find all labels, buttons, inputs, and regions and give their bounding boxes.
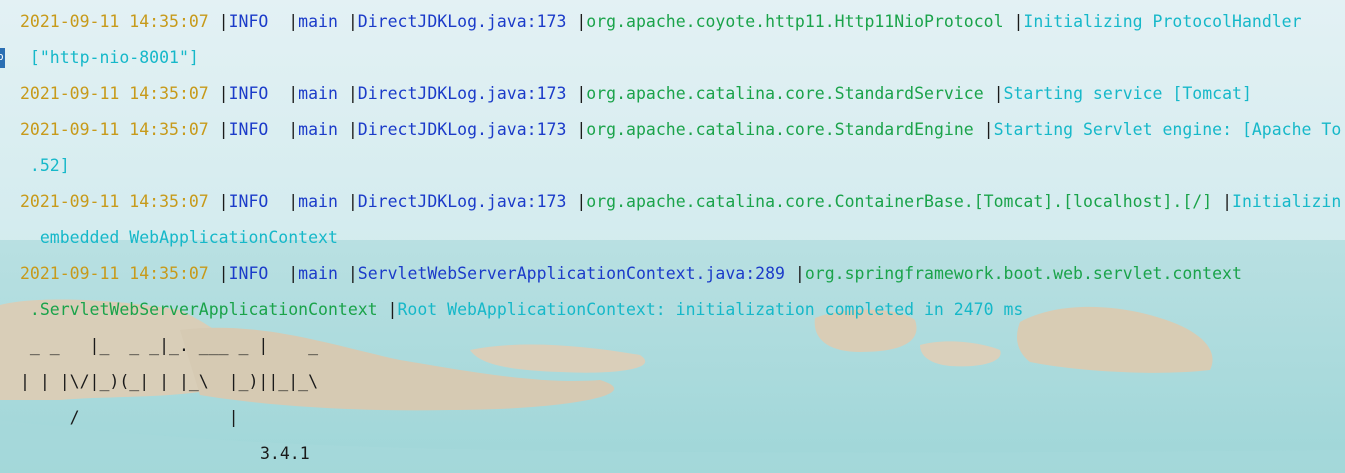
log-message-continuation: ["http-nio-8001"]: [20, 48, 199, 67]
log-thread: main: [298, 192, 338, 211]
log-level: INFO: [228, 84, 279, 103]
banner-art-line: | | |\/|_)(_| | |_\ |_)||_|_\: [20, 372, 328, 391]
log-message: Root WebApplicationContext: initializati…: [397, 300, 1024, 319]
log-message: Starting service [Tomcat]: [1003, 84, 1252, 103]
log-line: 2021-09-11 14:35:07 |INFO |main |DirectJ…: [20, 84, 1252, 103]
log-thread: main: [298, 84, 338, 103]
log-message-continuation: .52]: [20, 156, 70, 175]
log-logger: org.apache.catalina.core.StandardService: [586, 84, 984, 103]
log-message: Initializin: [1232, 192, 1342, 211]
log-line: 2021-09-11 14:35:07 |INFO |main |Servlet…: [20, 264, 1242, 283]
log-level: INFO: [228, 264, 279, 283]
log-timestamp: 2021-09-11 14:35:07: [20, 192, 209, 211]
log-line: 2021-09-11 14:35:07 |INFO |main |DirectJ…: [20, 192, 1342, 211]
log-thread: main: [298, 120, 338, 139]
log-message: Starting Servlet engine: [Apache To: [993, 120, 1342, 139]
log-timestamp: 2021-09-11 14:35:07: [20, 120, 209, 139]
log-logger: org.apache.catalina.core.StandardEngine: [586, 120, 974, 139]
log-thread: main: [298, 12, 338, 31]
log-logger: org.apache.catalina.core.ContainerBase.[…: [586, 192, 1213, 211]
log-source-link[interactable]: DirectJDKLog.java:173: [358, 120, 567, 139]
banner-art-line: _ _ |_ _ _|_. ___ _ | _: [20, 336, 328, 355]
log-line: 2021-09-11 14:35:07 |INFO |main |DirectJ…: [20, 120, 1342, 139]
log-line-continuation: .52]: [20, 156, 70, 176]
log-line-continuation: embedded WebApplicationContext: [20, 228, 338, 248]
log-timestamp: 2021-09-11 14:35:07: [20, 84, 209, 103]
banner-version: 3.4.1: [260, 444, 310, 463]
log-thread: main: [298, 264, 338, 283]
log-logger: org.springframework.boot.web.servlet.con…: [804, 264, 1242, 283]
banner-art-line: / |: [20, 408, 328, 427]
log-logger: org.apache.coyote.http11.Http11NioProtoc…: [586, 12, 1004, 31]
log-message: Initializing ProtocolHandler: [1023, 12, 1302, 31]
log-level: INFO: [228, 120, 279, 139]
log-line-continuation: ["http-nio-8001"]: [20, 48, 199, 68]
log-message-continuation: embedded WebApplicationContext: [20, 228, 338, 247]
log-source-link[interactable]: DirectJDKLog.java:173: [358, 84, 567, 103]
log-timestamp: 2021-09-11 14:35:07: [20, 12, 209, 31]
log-logger-continuation: .ServletWebServerApplicationContext: [20, 300, 378, 319]
log-source-link[interactable]: DirectJDKLog.java:173: [358, 12, 567, 31]
log-level: INFO: [228, 12, 279, 31]
log-source-link[interactable]: ServletWebServerApplicationContext.java:…: [358, 264, 785, 283]
log-line: 2021-09-11 14:35:07 |INFO |main |DirectJ…: [20, 12, 1302, 31]
log-source-link[interactable]: DirectJDKLog.java:173: [358, 192, 567, 211]
console-output[interactable]: 2021-09-11 14:35:07 |INFO |main |DirectJ…: [0, 0, 1345, 473]
log-line-continuation: .ServletWebServerApplicationContext |Roo…: [20, 300, 1024, 319]
log-timestamp: 2021-09-11 14:35:07: [20, 264, 209, 283]
log-level: INFO: [228, 192, 279, 211]
